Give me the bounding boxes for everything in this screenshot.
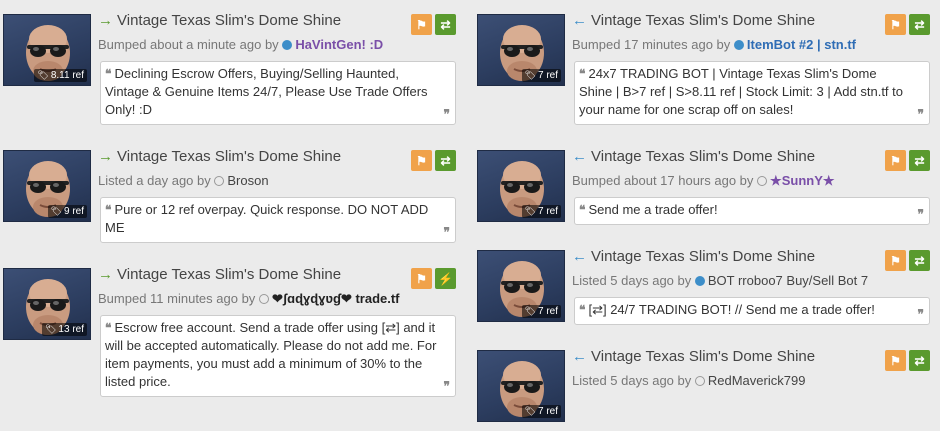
listing-meta: Bumped about a minute ago by HaVintGen! … (98, 37, 384, 52)
listing-meta: Listed 5 days ago by RedMaverick799 (572, 373, 806, 388)
price-badge: 🏷 9 ref (47, 205, 87, 218)
tag-icon: 🏷 (524, 306, 536, 316)
listing-meta: Bumped about 17 hours ago by ★SunnY★ (572, 173, 835, 188)
buy-arrow-icon: ← (572, 148, 587, 165)
price-badge: 🏷 7 ref (521, 405, 561, 418)
listing-meta: Listed a day ago by Broson (98, 173, 269, 188)
item-thumbnail[interactable]: 🏷 7 ref (477, 150, 565, 222)
user-link[interactable]: ❤ʃɑɖɣɖɣʋɠ❤ trade.tf (272, 291, 400, 306)
item-thumbnail[interactable]: 🏷 13 ref (3, 268, 91, 340)
listing-message: ❝ [⇄] 24/7 TRADING BOT! // Send me a trad… (574, 297, 930, 325)
buy-arrow-icon: ← (572, 248, 587, 265)
quote-open-icon: ❝ (579, 203, 586, 217)
tag-icon: 🏷 (50, 206, 62, 216)
user-link[interactable]: RedMaverick799 (708, 373, 806, 388)
online-status-icon (733, 40, 744, 50)
tag-icon: 🏷 (524, 406, 536, 416)
price-badge: 🏷 7 ref (521, 205, 561, 218)
tag-icon: 🏷 (37, 70, 49, 80)
quote-open-icon: ❝ (105, 203, 112, 217)
quote-open-icon: ❝ (579, 67, 586, 81)
quote-open-icon: ❝ (105, 321, 112, 335)
item-thumbnail[interactable]: 🏷 8.11 ref (3, 14, 91, 86)
listing-message: ❝ 24x7 TRADING BOT | Vintage Texas Slim's… (574, 61, 930, 125)
offline-status-icon (258, 294, 269, 304)
item-thumbnail[interactable]: 🏷 7 ref (477, 350, 565, 422)
tag-icon: 🏷 (524, 206, 536, 216)
buy-arrow-icon: ← (572, 12, 587, 29)
trade-offer-button[interactable]: ⇄ (909, 350, 930, 371)
quote-close-icon: ❞ (443, 107, 450, 121)
listing-meta: Bumped 11 minutes ago by ❤ʃɑɖɣɖɣʋɠ❤ trad… (98, 291, 400, 306)
user-link[interactable]: BOT rroboo7 Buy/Sell Bot 7 (708, 273, 868, 288)
price-badge: 🏷 7 ref (521, 305, 561, 318)
listing-meta: Listed 5 days ago by BOT rroboo7 Buy/Sel… (572, 273, 869, 288)
trade-offer-button[interactable]: ⇄ (909, 250, 930, 271)
listing-title[interactable]: ← Vintage Texas Slim's Dome Shine (572, 12, 815, 29)
instant-trade-button[interactable]: ⚡ (435, 268, 456, 289)
tag-icon: 🏷 (524, 70, 536, 80)
trade-offer-button[interactable]: ⇄ (435, 150, 456, 171)
listing-message: ❝ Declining Escrow Offers, Buying/Selling… (100, 61, 456, 125)
user-link[interactable]: ItemBot #2 | stn.tf (747, 37, 856, 52)
listing-title[interactable]: ← Vintage Texas Slim's Dome Shine (572, 248, 815, 265)
price-badge: 🏷 7 ref (521, 69, 561, 82)
offline-status-icon (694, 376, 705, 386)
sell-arrow-icon: → (98, 266, 113, 283)
flag-button[interactable]: ⚑ (885, 250, 906, 271)
listing-title[interactable]: ← Vintage Texas Slim's Dome Shine (572, 348, 815, 365)
online-status-icon (694, 276, 705, 286)
flag-button[interactable]: ⚑ (885, 14, 906, 35)
listing-meta: Bumped 17 minutes ago by ItemBot #2 | st… (572, 37, 856, 52)
buy-arrow-icon: ← (572, 348, 587, 365)
quote-close-icon: ❞ (443, 225, 450, 239)
listing-message: ❝ Send me a trade offer! ❞ (574, 197, 930, 225)
quote-close-icon: ❞ (443, 379, 450, 393)
offline-status-icon (757, 176, 768, 186)
item-thumbnail[interactable]: 🏷 9 ref (3, 150, 91, 222)
quote-open-icon: ❝ (105, 67, 112, 81)
quote-close-icon: ❞ (917, 107, 924, 121)
sell-arrow-icon: → (98, 12, 113, 29)
user-link[interactable]: Broson (227, 173, 268, 188)
price-badge: 🏷 8.11 ref (34, 69, 87, 82)
user-link[interactable]: HaVintGen! :D (295, 37, 383, 52)
trade-offer-button[interactable]: ⇄ (909, 150, 930, 171)
trade-offer-button[interactable]: ⇄ (435, 14, 456, 35)
flag-button[interactable]: ⚑ (411, 14, 432, 35)
flag-button[interactable]: ⚑ (885, 150, 906, 171)
price-badge: 🏷 13 ref (41, 323, 87, 336)
user-link[interactable]: ★SunnY★ (770, 173, 834, 188)
item-thumbnail[interactable]: 🏷 7 ref (477, 14, 565, 86)
flag-button[interactable]: ⚑ (411, 268, 432, 289)
flag-button[interactable]: ⚑ (885, 350, 906, 371)
offline-status-icon (214, 176, 225, 186)
sell-arrow-icon: → (98, 148, 113, 165)
listing-title[interactable]: → Vintage Texas Slim's Dome Shine (98, 266, 341, 283)
quote-close-icon: ❞ (917, 207, 924, 221)
listing-message: ❝ Pure or 12 ref overpay. Quick response.… (100, 197, 456, 243)
item-thumbnail[interactable]: 🏷 7 ref (477, 250, 565, 322)
online-status-icon (282, 40, 293, 50)
trade-offer-button[interactable]: ⇄ (909, 14, 930, 35)
listing-title[interactable]: ← Vintage Texas Slim's Dome Shine (572, 148, 815, 165)
listing-title[interactable]: → Vintage Texas Slim's Dome Shine (98, 148, 341, 165)
quote-close-icon: ❞ (917, 307, 924, 321)
flag-button[interactable]: ⚑ (411, 150, 432, 171)
listing-message: ❝ Escrow free account. Send a trade offer… (100, 315, 456, 397)
tag-icon: 🏷 (44, 324, 57, 334)
quote-open-icon: ❝ (579, 303, 586, 317)
listing-title[interactable]: → Vintage Texas Slim's Dome Shine (98, 12, 341, 29)
